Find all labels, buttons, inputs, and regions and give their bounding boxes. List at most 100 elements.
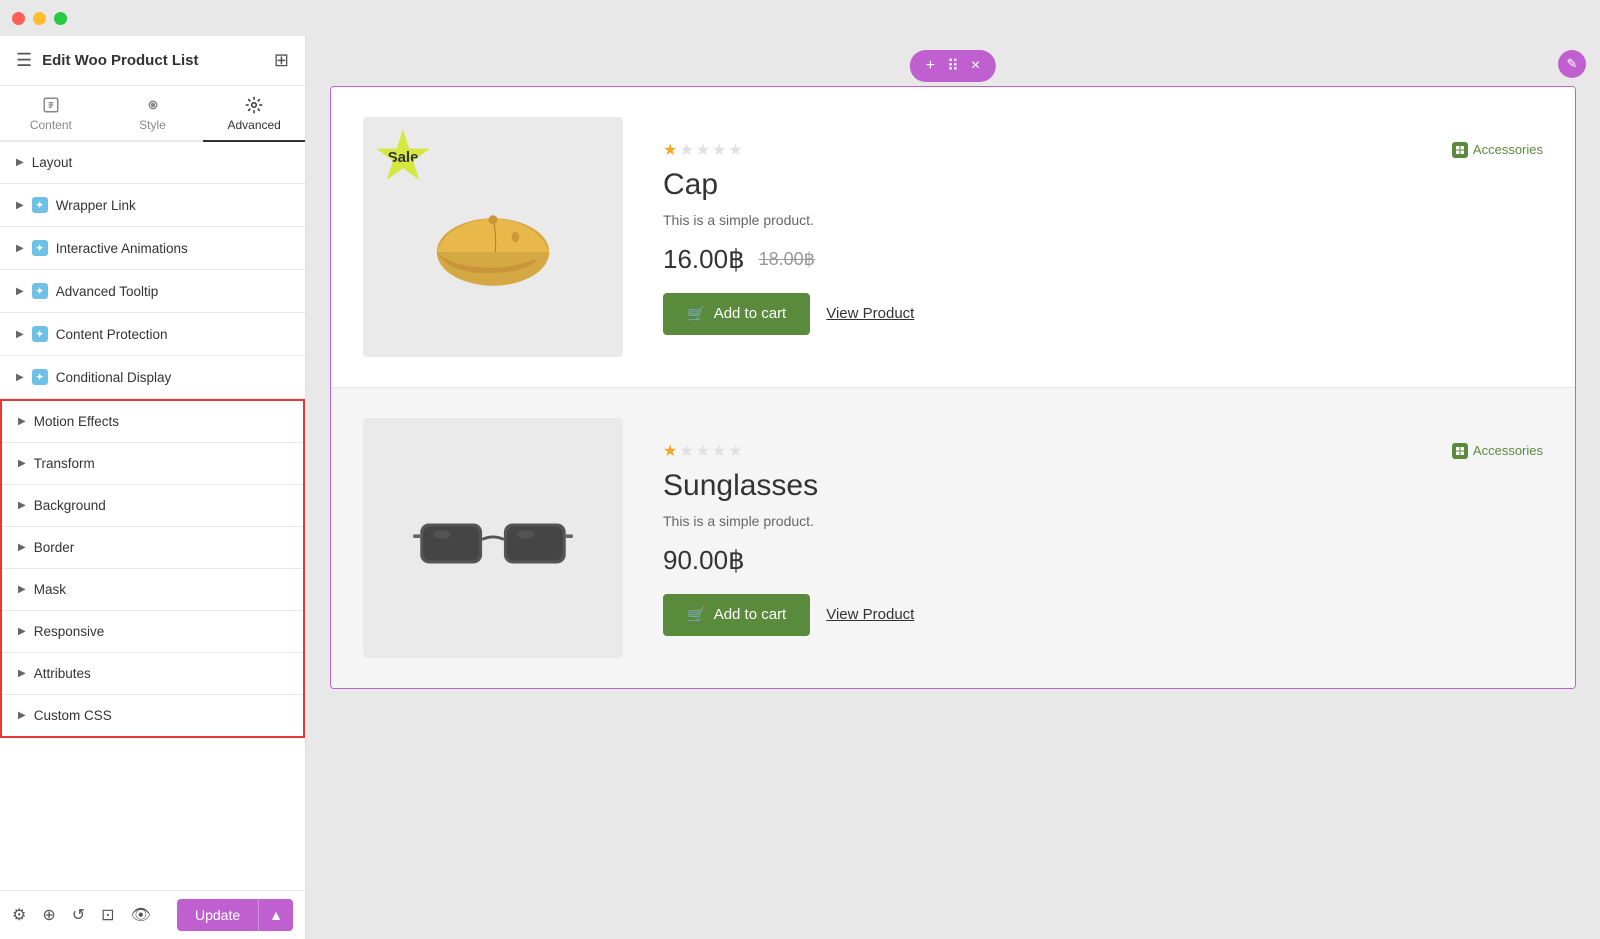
- menu-icon[interactable]: ☰: [16, 50, 32, 71]
- accordion-item-background: ▶ Background: [2, 485, 303, 527]
- attributes-label: Attributes: [34, 666, 91, 681]
- minimize-button[interactable]: [33, 12, 46, 25]
- responsive-label: Responsive: [34, 624, 105, 639]
- product-name-sunglasses: Sunglasses: [663, 469, 1543, 503]
- accordion-header-layout[interactable]: ▶ Layout: [0, 142, 305, 183]
- stars-sunglasses: ★ ★ ★ ★ ★: [663, 441, 743, 461]
- maximize-button[interactable]: [54, 12, 67, 25]
- sidebar-header-left: ☰ Edit Woo Product List: [16, 50, 199, 71]
- add-to-cart-button-cap[interactable]: 🛒 Add to cart: [663, 293, 810, 335]
- accordion-list: ▶ Layout ▶ ✦ Wrapper Link ▶ ✦ Interactiv…: [0, 142, 305, 890]
- sidebar-tabs: Content Style Advanced: [0, 86, 305, 142]
- accordion-header-conditional-display[interactable]: ▶ ✦ Conditional Display: [0, 356, 305, 398]
- star-3: ★: [696, 140, 710, 160]
- tab-content[interactable]: Content: [0, 86, 102, 142]
- star-2: ★: [679, 441, 693, 461]
- grid-icon[interactable]: ⊞: [274, 50, 289, 71]
- history-icon[interactable]: ↺: [72, 905, 85, 925]
- toolbar-move-button[interactable]: ⠿: [941, 54, 965, 78]
- cart-icon: 🛒: [687, 305, 706, 323]
- product-meta-sunglasses: ★ ★ ★ ★ ★ Accessories: [663, 441, 1543, 461]
- accordion-item-attributes: ▶ Attributes: [2, 653, 303, 695]
- accordion-header-attributes[interactable]: ▶ Attributes: [2, 653, 303, 694]
- sidebar-bottom: ⚙ ⊕ ↺ ⊡ 👁 Update ▲: [0, 890, 305, 939]
- tab-advanced[interactable]: Advanced: [203, 86, 305, 142]
- custom-css-label: Custom CSS: [34, 708, 112, 723]
- category-label-sunglasses: Accessories: [1473, 443, 1543, 458]
- accordion-header-transform[interactable]: ▶ Transform: [2, 443, 303, 484]
- view-product-link-cap[interactable]: View Product: [826, 305, 914, 322]
- accordion-header-mask[interactable]: ▶ Mask: [2, 569, 303, 610]
- price-current-cap: 16.00฿: [663, 244, 745, 275]
- settings-icon[interactable]: ⚙: [12, 905, 26, 925]
- accordion-item-custom-css: ▶ Custom CSS: [2, 695, 303, 736]
- advanced-tooltip-label: Advanced Tooltip: [56, 284, 159, 299]
- tab-style[interactable]: Style: [102, 86, 204, 142]
- chevron-icon: ▶: [18, 626, 26, 637]
- accordion-header-background[interactable]: ▶ Background: [2, 485, 303, 526]
- accordion-item-wrapper-link: ▶ ✦ Wrapper Link: [0, 184, 305, 227]
- element-toolbar: + ⠿ ×: [910, 50, 996, 82]
- accordion-item-content-protection: ▶ ✦ Content Protection: [0, 313, 305, 356]
- product-image-cap: Sale: [363, 117, 623, 357]
- chevron-icon: ▶: [18, 542, 26, 553]
- advanced-icon: [245, 96, 263, 114]
- sunglasses-image: [413, 498, 573, 578]
- accordion-header-border[interactable]: ▶ Border: [2, 527, 303, 568]
- view-product-link-sunglasses[interactable]: View Product: [826, 606, 914, 623]
- close-button[interactable]: [12, 12, 25, 25]
- sidebar-title: Edit Woo Product List: [42, 52, 198, 69]
- accordion-header-responsive[interactable]: ▶ Responsive: [2, 611, 303, 652]
- chevron-icon: ▶: [16, 286, 24, 297]
- accordion-header-interactive-animations[interactable]: ▶ ✦ Interactive Animations: [0, 227, 305, 269]
- product-image-sunglasses: [363, 418, 623, 658]
- layers-icon[interactable]: ⊕: [42, 905, 55, 925]
- tab-content-label: Content: [30, 118, 72, 132]
- tab-advanced-label: Advanced: [227, 118, 280, 132]
- accordion-header-motion-effects[interactable]: ▶ Motion Effects: [2, 401, 303, 442]
- update-arrow-icon[interactable]: ▲: [258, 899, 293, 931]
- accordion-header-custom-css[interactable]: ▶ Custom CSS: [2, 695, 303, 736]
- style-icon: [144, 96, 162, 114]
- accordion-header-content-protection[interactable]: ▶ ✦ Content Protection: [0, 313, 305, 355]
- star-1: ★: [663, 441, 677, 461]
- layout-label: Layout: [32, 155, 73, 170]
- chevron-icon: ▶: [18, 668, 26, 679]
- toolbar-add-button[interactable]: +: [920, 55, 941, 77]
- interactive-animations-label: Interactive Animations: [56, 241, 188, 256]
- interactive-animations-badge: ✦: [32, 240, 48, 256]
- price-current-sunglasses: 90.00฿: [663, 545, 745, 576]
- sidebar: ☰ Edit Woo Product List ⊞ Content Style: [0, 36, 306, 939]
- transform-label: Transform: [34, 456, 95, 471]
- add-to-cart-button-sunglasses[interactable]: 🛒 Add to cart: [663, 594, 810, 636]
- content-icon: [42, 96, 60, 114]
- product-list: Sale: [330, 86, 1576, 689]
- stars-cap: ★ ★ ★ ★ ★: [663, 140, 743, 160]
- product-price-cap: 16.00฿ 18.00฿: [663, 244, 1543, 275]
- product-card-cap: Sale: [331, 87, 1575, 388]
- star-5: ★: [728, 441, 742, 461]
- eye-icon[interactable]: 👁: [131, 905, 151, 925]
- chevron-icon: ▶: [16, 157, 24, 168]
- product-actions-cap: 🛒 Add to cart View Product: [663, 293, 1543, 335]
- accordion-header-wrapper-link[interactable]: ▶ ✦ Wrapper Link: [0, 184, 305, 226]
- update-button[interactable]: Update ▲: [177, 899, 293, 931]
- red-outline-section: ▶ Motion Effects ▶ Transform ▶ Backgroun…: [0, 399, 305, 738]
- wrapper-link-badge: ✦: [32, 197, 48, 213]
- product-info-cap: ★ ★ ★ ★ ★ Accessories: [663, 140, 1543, 335]
- preview-icon[interactable]: ⊡: [101, 905, 114, 925]
- motion-effects-label: Motion Effects: [34, 414, 119, 429]
- category-badge-cap: Accessories: [1452, 142, 1543, 158]
- cart-icon: 🛒: [687, 606, 706, 624]
- add-to-cart-label-sunglasses: Add to cart: [714, 606, 787, 623]
- toolbar-close-button[interactable]: ×: [965, 55, 986, 77]
- chevron-icon: ▶: [18, 458, 26, 469]
- category-label-cap: Accessories: [1473, 142, 1543, 157]
- border-label: Border: [34, 540, 75, 555]
- accordion-item-border: ▶ Border: [2, 527, 303, 569]
- chevron-icon: ▶: [16, 329, 24, 340]
- star-1: ★: [663, 140, 677, 160]
- accordion-header-advanced-tooltip[interactable]: ▶ ✦ Advanced Tooltip: [0, 270, 305, 312]
- edit-pencil-icon[interactable]: ✎: [1558, 50, 1586, 78]
- cap-image: [418, 177, 568, 297]
